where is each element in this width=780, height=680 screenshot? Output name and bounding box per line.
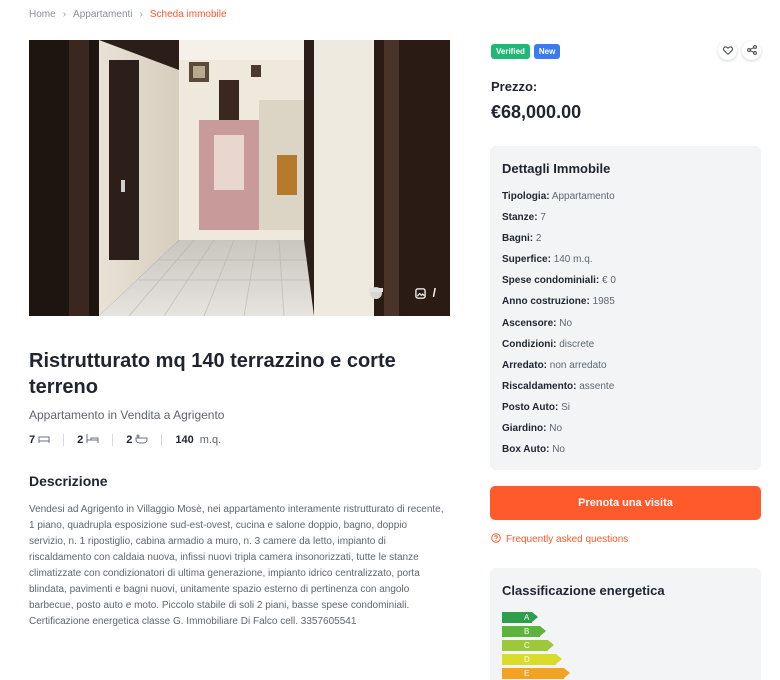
bathtub-icon bbox=[135, 434, 148, 447]
energy-class-b: B bbox=[502, 626, 546, 637]
detail-label: Spese condominiali: bbox=[502, 275, 600, 287]
area-feature: 140 m.q. bbox=[175, 434, 221, 446]
detail-label: Box Auto: bbox=[502, 444, 550, 456]
detail-label: Anno costruzione: bbox=[502, 296, 590, 308]
detail-label: Giardino: bbox=[502, 423, 547, 435]
detail-row-spese: Spese condominiali: € 0 bbox=[502, 274, 749, 295]
heart-icon bbox=[722, 42, 733, 60]
divider bbox=[112, 434, 114, 446]
description-heading: Descrizione bbox=[29, 473, 108, 489]
divider bbox=[63, 434, 65, 446]
detail-row-bagni: Bagni: 2 bbox=[502, 232, 749, 253]
detail-label: Riscaldamento: bbox=[502, 380, 577, 392]
detail-value: discrete bbox=[559, 338, 595, 350]
breadcrumb-appartamenti[interactable]: Appartamenti bbox=[73, 9, 132, 20]
verified-badge: Verified bbox=[491, 44, 530, 59]
area-value: 140 bbox=[175, 434, 194, 446]
detail-row-ascensore: Ascensore: No bbox=[502, 317, 749, 338]
beds-count: 2 bbox=[77, 434, 84, 446]
chevron-right-icon: › bbox=[139, 9, 143, 20]
detail-value: 7 bbox=[540, 212, 546, 224]
energy-class-c: C bbox=[502, 640, 554, 651]
detail-value: 2 bbox=[535, 233, 542, 245]
photo-counter: / bbox=[432, 286, 436, 300]
detail-row-condizioni: Condizioni: discrete bbox=[502, 338, 749, 359]
rooms-feature: 7 bbox=[29, 434, 50, 447]
faq-label: Frequently asked questions bbox=[506, 534, 629, 545]
area-unit: m.q. bbox=[199, 434, 222, 446]
detail-label: Stanze: bbox=[502, 212, 538, 224]
energy-class-e: E bbox=[502, 668, 570, 679]
apartment-hallway-image bbox=[29, 40, 450, 316]
bed-icon bbox=[86, 433, 99, 447]
energy-class-a: A bbox=[502, 612, 538, 623]
detail-row-arredato: Arredato: non arredato bbox=[502, 359, 749, 380]
new-badge: New bbox=[533, 44, 561, 59]
detail-row-posto-auto: Posto Auto: Si bbox=[502, 401, 749, 422]
baths-feature: 2 bbox=[126, 434, 148, 447]
detail-value: No bbox=[559, 317, 573, 329]
detail-value: Appartamento bbox=[551, 191, 615, 202]
detail-row-superfice: Superfice: 140 m.q. bbox=[502, 253, 749, 274]
detail-value: 1985 bbox=[592, 296, 615, 308]
detail-row-box-auto: Box Auto: No bbox=[502, 443, 749, 464]
price-value: €68,000.00 bbox=[491, 102, 582, 122]
listing-features: 7 2 2 140 m.q. bbox=[29, 433, 221, 447]
detail-label: Ascensore: bbox=[502, 317, 557, 329]
detail-label: Posto Auto: bbox=[502, 401, 559, 413]
breadcrumb: Home › Appartamenti › Scheda immobile bbox=[29, 9, 227, 20]
breadcrumb-home[interactable]: Home bbox=[29, 9, 56, 20]
chevron-right-icon: › bbox=[62, 9, 67, 20]
breadcrumb-current: Scheda immobile bbox=[149, 9, 227, 20]
image-icon bbox=[414, 287, 426, 299]
photo-gallery-indicator[interactable]: / bbox=[414, 286, 436, 300]
question-circle-icon bbox=[491, 533, 501, 546]
detail-label: Bagni: bbox=[502, 233, 534, 245]
beds-feature: 2 bbox=[77, 433, 99, 447]
price-label: Prezzo: bbox=[491, 79, 538, 94]
property-details-panel: Dettagli Immobile Tipologia: Appartament… bbox=[490, 146, 761, 470]
details-heading: Dettagli Immobile bbox=[502, 161, 611, 176]
share-button[interactable] bbox=[742, 41, 761, 60]
detail-label: Superfice: bbox=[502, 254, 551, 266]
listing-subtitle: Appartamento in Vendita a Agrigento bbox=[29, 408, 225, 422]
baths-count: 2 bbox=[126, 434, 133, 446]
rooms-count: 7 bbox=[29, 434, 36, 446]
detail-row-tipologia: Tipologia: Appartamento bbox=[502, 190, 749, 211]
energy-classification-panel: Classificazione energetica A B C D E bbox=[490, 568, 761, 680]
sofa-icon bbox=[38, 434, 50, 447]
description-text: Vendesi ad Agrigento in Villaggio Mosè, … bbox=[29, 504, 444, 627]
detail-value: non arredato bbox=[549, 359, 607, 371]
share-icon bbox=[746, 42, 757, 60]
book-visit-button[interactable]: Prenota una visita bbox=[490, 486, 761, 520]
listing-photo[interactable]: / bbox=[29, 40, 450, 316]
energy-heading: Classificazione energetica bbox=[502, 583, 665, 598]
detail-label: Arredato: bbox=[502, 359, 548, 371]
divider bbox=[161, 434, 163, 446]
listing-title: Ristrutturato mq 140 terrazzino e corte … bbox=[29, 350, 396, 398]
detail-row-stanze: Stanze: 7 bbox=[502, 211, 749, 232]
detail-label: Tipologia: bbox=[502, 191, 550, 202]
detail-row-riscaldamento: Riscaldamento: assente bbox=[502, 380, 749, 401]
detail-label: Condizioni: bbox=[502, 338, 557, 350]
favorite-button[interactable] bbox=[718, 41, 737, 60]
energy-class-d: D bbox=[502, 654, 562, 665]
detail-row-anno: Anno costruzione: 1985 bbox=[502, 295, 749, 316]
detail-value: No bbox=[552, 444, 565, 456]
detail-value: 140 m.q. bbox=[553, 254, 593, 266]
detail-value: Si bbox=[561, 401, 570, 413]
detail-value: assente bbox=[579, 380, 615, 392]
badges: Verified New bbox=[491, 44, 561, 59]
faq-link[interactable]: Frequently asked questions bbox=[491, 533, 628, 546]
detail-value: € 0 bbox=[602, 275, 616, 287]
detail-value: No bbox=[549, 423, 563, 435]
detail-row-giardino: Giardino: No bbox=[502, 422, 749, 443]
